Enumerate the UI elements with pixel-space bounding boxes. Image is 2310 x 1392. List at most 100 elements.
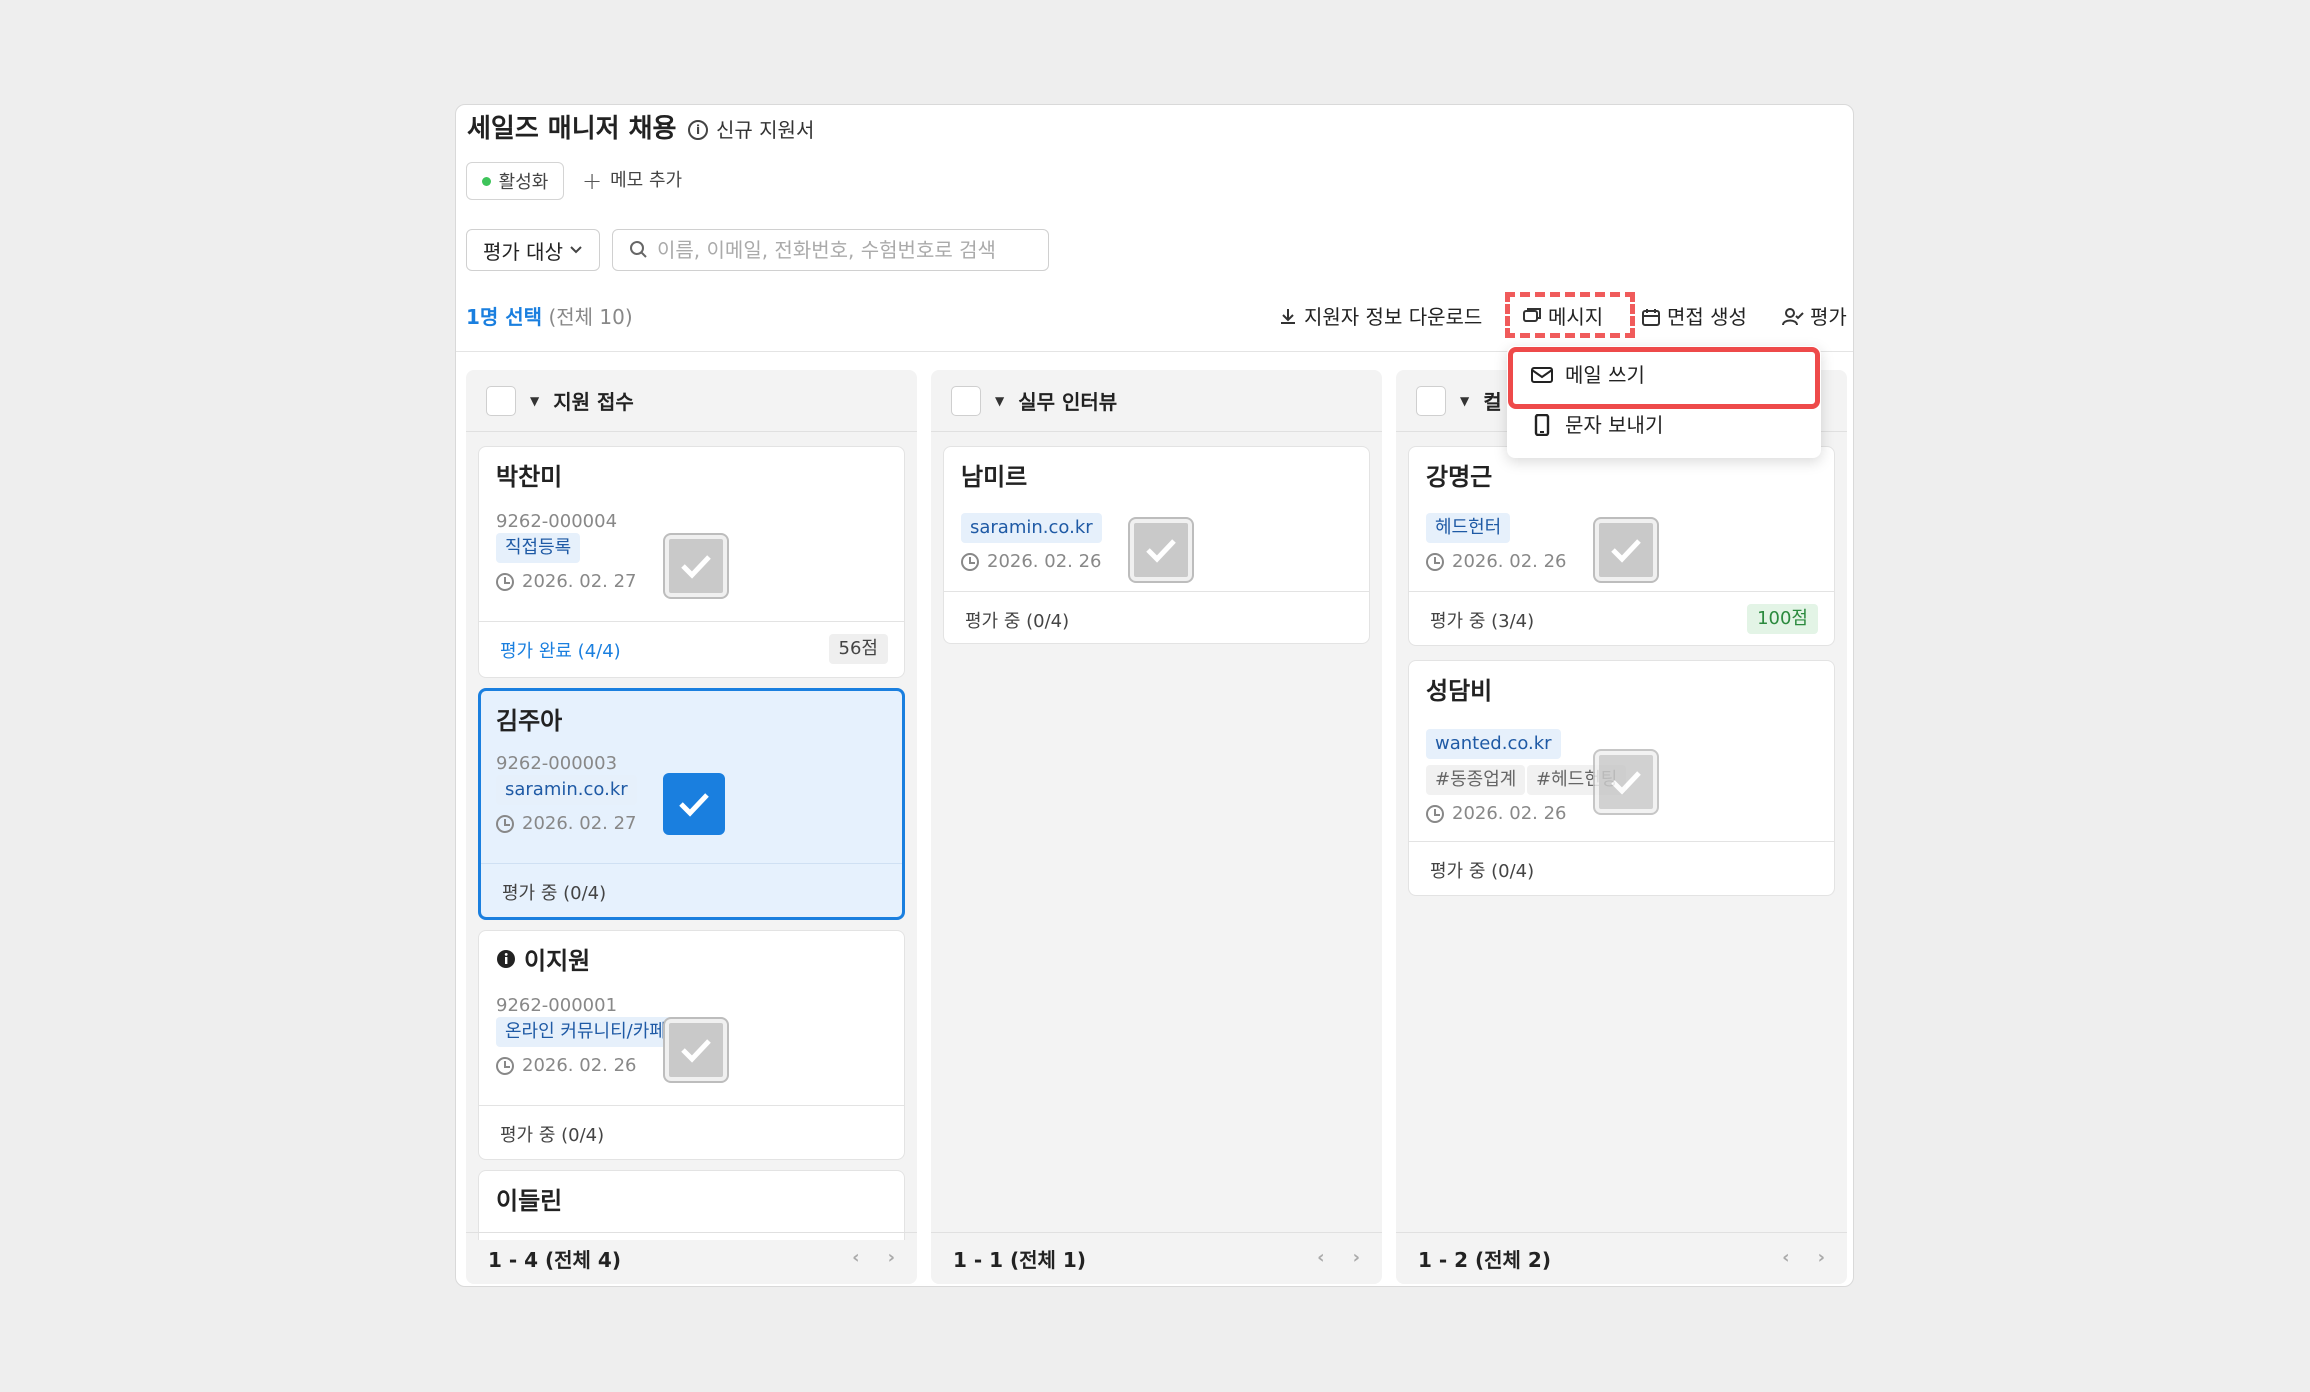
column-footer: 1 - 4 (전체 4) ‹ › [466,1232,917,1284]
add-memo-button[interactable]: + 메모 추가 [582,164,682,198]
evaluation-status: 평가 중 (3/4) 100점 [1409,591,1834,645]
total-count: (전체 10) [548,305,633,329]
applicant-card[interactable]: 이들린 [478,1170,905,1240]
selected-count: 1명 선택 [466,305,543,329]
applied-date: 2026. 02. 26 [1426,803,1567,824]
message-button-highlight [1505,292,1635,338]
subtitle: i 신규 지원서 [688,114,814,146]
applied-date: 2026. 02. 26 [496,1055,637,1076]
applicant-card-selected[interactable]: 김주아 9262-000003 saramin.co.kr 2026. 02. … [478,688,905,920]
pagination-label: 1 - 2 (전체 2) [1418,1248,1551,1272]
column-select-all-checkbox[interactable] [951,385,981,416]
calendar-icon [1642,309,1660,326]
plus-icon: + [582,167,603,195]
select-checkbox[interactable] [1130,519,1192,581]
select-checkbox[interactable] [1595,519,1657,581]
chevron-down-icon [570,246,582,254]
check-icon [681,555,711,579]
source-tag: saramin.co.kr [496,775,637,805]
prev-page-icon[interactable]: ‹ [852,1247,859,1268]
column-select-all-checkbox[interactable] [1416,385,1446,416]
hashtag: #동종업계 [1426,765,1526,795]
column-footer: 1 - 1 (전체 1) ‹ › [931,1232,1382,1284]
column-footer: 1 - 2 (전체 2) ‹ › [1396,1232,1847,1284]
column-select-all-checkbox[interactable] [486,385,516,416]
score-badge: 100점 [1747,604,1818,634]
applicant-name: 강명근 [1426,463,1493,491]
applied-date: 2026. 02. 27 [496,813,637,834]
prev-page-icon[interactable]: ‹ [1317,1247,1324,1268]
phone-icon [1534,414,1550,436]
evaluation-status: 평가 중 (0/4) [1409,841,1834,895]
applicant-name: 이지원 [524,947,591,975]
column-interview: ▼ 실무 인터뷰 남미르 saramin.co.kr 2026. 02. 26 … [931,370,1382,1284]
applicant-name: 이들린 [496,1187,563,1215]
check-icon [1146,539,1176,563]
select-checkbox[interactable] [665,535,727,597]
info-filled-icon [497,949,515,968]
column-title: 실무 인터뷰 [1018,390,1118,414]
caret-down-icon[interactable]: ▼ [995,394,1004,408]
applicant-name: 김주아 [496,707,563,735]
check-icon [679,793,709,817]
applicant-card[interactable]: 강명근 헤드헌터 2026. 02. 26 평가 중 (3/4) 100점 [1408,446,1835,646]
evaluate-button[interactable]: 평가 [1782,301,1847,333]
status-label: 활성화 [498,172,549,193]
info-icon: i [688,120,708,140]
active-dot-icon [481,176,491,186]
pager: ‹ › [852,1247,895,1268]
applicant-card[interactable]: 이지원 9262-000001 온라인 커뮤니티/카페 2026. 02. 26… [478,930,905,1160]
search-box[interactable] [612,229,1049,271]
caret-down-icon[interactable]: ▼ [530,394,539,408]
source-tag: 헤드헌터 [1426,513,1511,543]
source-tag: 온라인 커뮤니티/카페 [496,1017,675,1047]
user-check-icon [1782,308,1804,326]
pagination-label: 1 - 4 (전체 4) [488,1248,621,1272]
clock-icon [496,572,514,591]
selection-count: 1명 선택 (전체 10) [466,301,633,333]
email-menu-highlight [1508,347,1820,409]
applicant-card[interactable]: 남미르 saramin.co.kr 2026. 02. 26 평가 중 (0/4… [943,446,1370,644]
search-input[interactable] [657,238,1037,262]
applied-date: 2026. 02. 27 [496,571,637,592]
menu-item-send-sms[interactable]: 문자 보내기 [1531,410,1663,440]
next-page-icon[interactable]: › [888,1247,895,1268]
clock-icon [961,552,979,571]
clock-icon [496,814,514,833]
search-icon [630,241,647,258]
applicant-id: 9262-000003 [496,753,618,774]
pager: ‹ › [1782,1247,1825,1268]
check-icon [1611,539,1641,563]
evaluation-filter-select[interactable]: 평가 대상 [466,229,600,271]
clock-icon [496,1056,514,1075]
evaluation-status: 평가 중 (0/4) [944,591,1369,643]
menu-item-label: 문자 보내기 [1565,413,1664,437]
subtitle-text: 신규 지원서 [716,118,815,142]
applicant-card[interactable]: 성담비 wanted.co.kr #동종업계 #헤드헌팅 2026. 02. 2… [1408,660,1835,896]
download-label: 지원자 정보 다운로드 [1304,305,1483,329]
create-interview-button[interactable]: 면접 생성 [1641,301,1747,333]
check-icon [681,1039,711,1063]
prev-page-icon[interactable]: ‹ [1782,1247,1789,1268]
select-checkbox-checked[interactable] [663,773,725,835]
download-applicant-info-button[interactable]: 지원자 정보 다운로드 [1278,301,1482,333]
interview-label: 면접 생성 [1667,305,1747,329]
evaluation-status: 평가 중 (0/4) [479,1105,904,1159]
select-checkbox[interactable] [1595,751,1657,813]
next-page-icon[interactable]: › [1818,1247,1825,1268]
column-header: ▼ 지원 접수 [466,370,917,432]
select-checkbox[interactable] [665,1019,727,1081]
check-icon [1611,771,1641,795]
column-title: 지원 접수 [553,390,634,414]
evaluation-status: 평가 중 (0/4) [481,863,902,917]
applicant-card[interactable]: 박찬미 9262-000004 직접등록 2026. 02. 27 평가 완료 … [478,446,905,678]
filter-select-label: 평가 대상 [483,239,563,264]
status-badge[interactable]: 활성화 [466,162,564,200]
add-memo-label: 메모 추가 [610,170,683,191]
applicant-name-row: 이지원 [496,941,590,976]
caret-down-icon[interactable]: ▼ [1460,394,1469,408]
source-tag: wanted.co.kr [1426,729,1561,759]
next-page-icon[interactable]: › [1353,1247,1360,1268]
clock-icon [1426,552,1444,571]
column-header: ▼ 실무 인터뷰 [931,370,1382,432]
